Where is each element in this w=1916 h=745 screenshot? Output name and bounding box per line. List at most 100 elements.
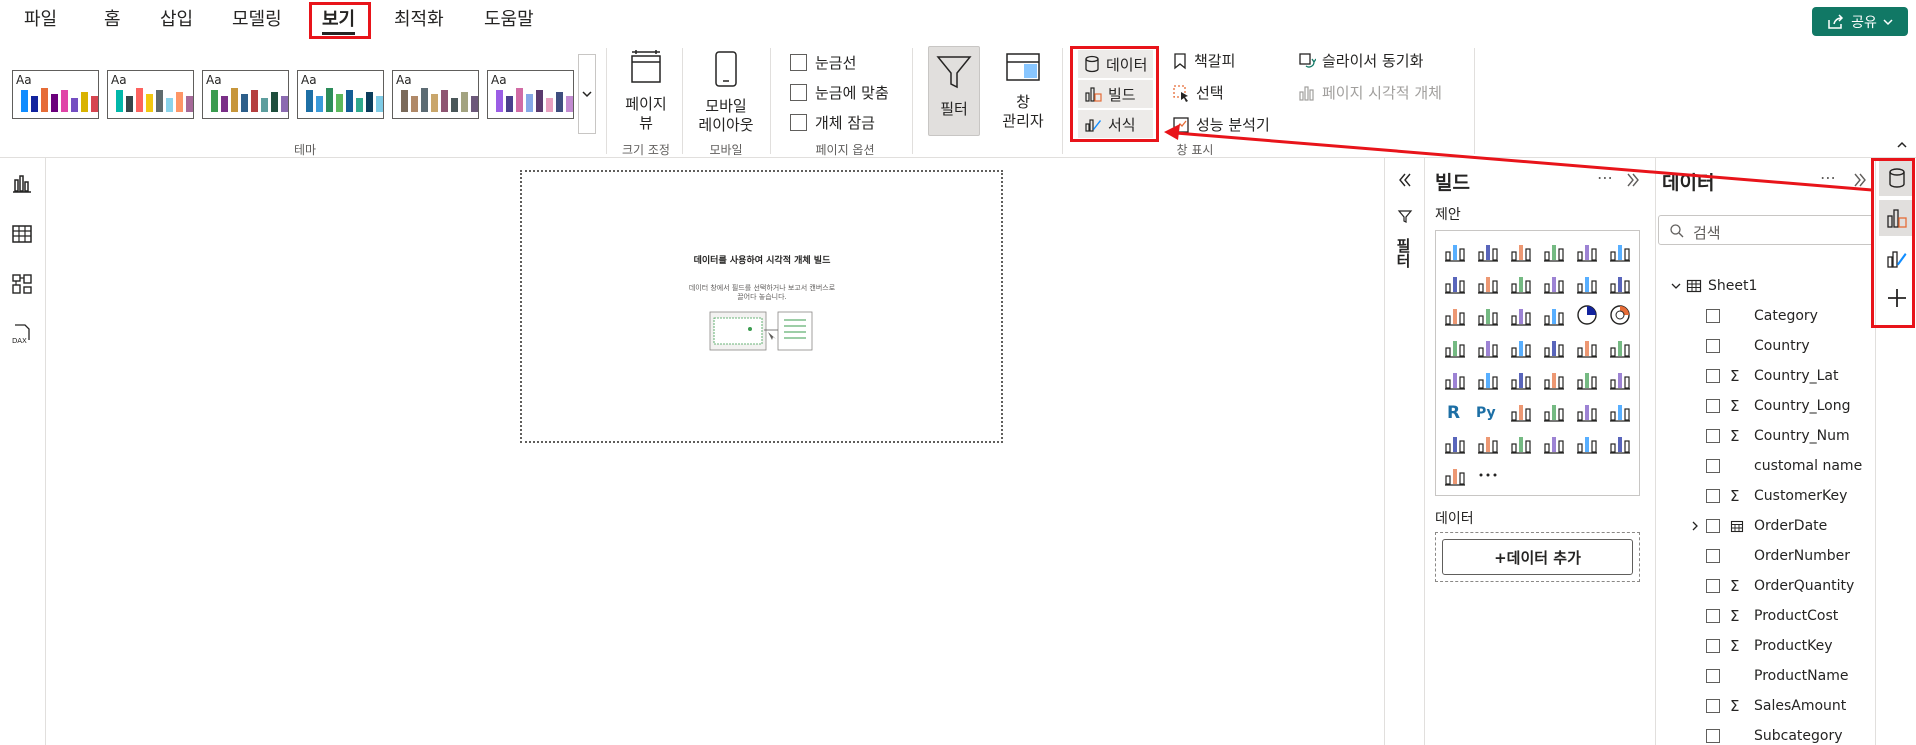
filled-map-icon[interactable] <box>1509 335 1533 359</box>
python-visual-icon[interactable]: Py <box>1476 399 1500 423</box>
line-column-icon[interactable] <box>1575 271 1599 295</box>
kpi-icon[interactable] <box>1509 367 1533 391</box>
field-row[interactable]: Σ ProductCost <box>1656 601 1876 631</box>
more-icon[interactable] <box>1476 463 1500 487</box>
matrix-icon[interactable] <box>1608 367 1632 391</box>
table-row-sheet1[interactable]: Sheet1 <box>1656 271 1876 301</box>
filter-pane-collapsed[interactable]: 필터 <box>1384 158 1424 745</box>
gridlines-option[interactable]: 눈금선 <box>790 52 856 73</box>
slicer-icon[interactable] <box>1542 367 1566 391</box>
snap-option[interactable]: 눈금에 맞춤 <box>790 82 889 103</box>
format-pane-toggle[interactable]: 서식 <box>1078 110 1153 138</box>
field-checkbox[interactable] <box>1706 369 1720 383</box>
stacked-area-icon[interactable] <box>1509 271 1533 295</box>
collapse-right-icon[interactable] <box>1625 172 1641 188</box>
multi-card-icon[interactable] <box>1476 367 1500 391</box>
line-clustered-icon[interactable] <box>1608 271 1632 295</box>
chevron-down-icon[interactable] <box>1670 280 1682 292</box>
lock-objects-checkbox[interactable] <box>790 114 807 131</box>
filter-pane-button[interactable]: 필터 <box>928 46 980 136</box>
build-pane-toggle[interactable]: 빌드 <box>1078 80 1153 108</box>
area-icon[interactable] <box>1476 271 1500 295</box>
window-manager-button[interactable]: 창 관리자 <box>990 50 1056 131</box>
bookmark-button[interactable]: 책갈피 <box>1172 50 1235 71</box>
field-checkbox[interactable] <box>1706 699 1720 713</box>
metrics-icon[interactable] <box>1443 431 1467 455</box>
theme-swatch-4[interactable]: Aa <box>297 70 384 119</box>
mobile-layout-button[interactable]: 모바일 레이아웃 <box>690 50 762 135</box>
shape-map-icon[interactable] <box>1542 335 1566 359</box>
theme-swatch-3[interactable]: Aa <box>202 70 289 119</box>
gauge-icon[interactable] <box>1608 335 1632 359</box>
theme-swatch-5[interactable]: Aa <box>392 70 479 119</box>
field-row[interactable]: customal name <box>1656 451 1876 481</box>
field-checkbox[interactable] <box>1706 519 1720 533</box>
field-checkbox[interactable] <box>1706 609 1720 623</box>
field-checkbox[interactable] <box>1706 669 1720 683</box>
field-row[interactable]: OrderNumber <box>1656 541 1876 571</box>
r-visual-icon[interactable]: R <box>1443 399 1467 423</box>
add-data-button[interactable]: +데이터 추가 <box>1442 539 1633 575</box>
pie-icon[interactable] <box>1575 303 1599 327</box>
funnel-icon[interactable] <box>1509 303 1533 327</box>
sync-slicers-button[interactable]: 슬라이서 동기화 <box>1298 50 1423 71</box>
field-row[interactable]: Country <box>1656 331 1876 361</box>
menu-view[interactable]: 보기 <box>322 8 356 35</box>
model-view-icon[interactable] <box>10 272 34 296</box>
diamond-icon[interactable] <box>1608 431 1632 455</box>
field-row[interactable]: Subcategory <box>1656 721 1876 745</box>
menu-help[interactable]: 도움말 <box>484 8 534 32</box>
collapse-ribbon-icon[interactable] <box>1896 140 1908 150</box>
theme-more-button[interactable] <box>578 54 596 134</box>
100-column-icon[interactable] <box>1608 239 1632 263</box>
data-pane-toggle[interactable]: 데이터 <box>1078 50 1153 78</box>
power-automate-icon[interactable] <box>1542 431 1566 455</box>
field-checkbox[interactable] <box>1706 579 1720 593</box>
donut-icon[interactable] <box>1608 303 1632 327</box>
field-row[interactable]: Category <box>1656 301 1876 331</box>
table-icon[interactable] <box>1575 367 1599 391</box>
decomposition-tree-icon[interactable] <box>1542 399 1566 423</box>
theme-swatch-6[interactable]: Aa <box>487 70 574 119</box>
key-influencers-icon[interactable] <box>1509 399 1533 423</box>
field-row[interactable]: Σ Country_Num <box>1656 421 1876 451</box>
menu-optimize[interactable]: 최적화 <box>394 8 444 32</box>
waterfall-icon[interactable] <box>1476 303 1500 327</box>
stacked-column-icon[interactable] <box>1476 239 1500 263</box>
share-button[interactable]: 공유 <box>1812 7 1908 36</box>
menu-file[interactable]: 파일 <box>24 8 57 32</box>
field-row[interactable]: OrderDate <box>1656 511 1876 541</box>
smart-narrative-icon[interactable] <box>1608 399 1632 423</box>
power-apps-icon[interactable] <box>1509 431 1533 455</box>
format-pane-rail-button[interactable] <box>1879 240 1915 276</box>
field-row[interactable]: Σ Country_Long <box>1656 391 1876 421</box>
clustered-bar-icon[interactable] <box>1509 239 1533 263</box>
build-pane-rail-button[interactable] <box>1879 200 1915 236</box>
field-checkbox[interactable] <box>1706 429 1720 443</box>
lock-objects-option[interactable]: 개체 잠금 <box>790 112 875 133</box>
expand-left-icon[interactable] <box>1397 172 1413 188</box>
azure-map-icon[interactable] <box>1575 335 1599 359</box>
clustered-column-icon[interactable] <box>1542 239 1566 263</box>
field-row[interactable]: Σ Country_Lat <box>1656 361 1876 391</box>
field-checkbox[interactable] <box>1706 729 1720 743</box>
field-checkbox[interactable] <box>1706 639 1720 653</box>
chevron-right-icon[interactable] <box>1690 520 1700 532</box>
performance-analyzer-button[interactable]: 성능 분석기 <box>1172 114 1270 135</box>
snap-checkbox[interactable] <box>790 84 807 101</box>
stacked-bar-icon[interactable] <box>1443 239 1467 263</box>
100-area-icon[interactable] <box>1542 271 1566 295</box>
theme-swatch-2[interactable]: Aa <box>107 70 194 119</box>
add-pane-rail-button[interactable] <box>1879 280 1915 316</box>
field-row[interactable]: ProductName <box>1656 661 1876 691</box>
field-checkbox[interactable] <box>1706 489 1720 503</box>
data-pane-rail-button[interactable] <box>1879 160 1915 196</box>
theme-swatch-1[interactable]: Aa <box>12 70 99 119</box>
menu-insert[interactable]: 삽입 <box>160 8 193 32</box>
table-view-icon[interactable] <box>10 222 34 246</box>
powerapps-chevron-icon[interactable] <box>1443 463 1467 487</box>
page-view-button[interactable]: 페이지 뷰 <box>618 50 674 133</box>
field-checkbox[interactable] <box>1706 549 1720 563</box>
card-icon[interactable] <box>1443 367 1467 391</box>
field-row[interactable]: Σ CustomerKey <box>1656 481 1876 511</box>
